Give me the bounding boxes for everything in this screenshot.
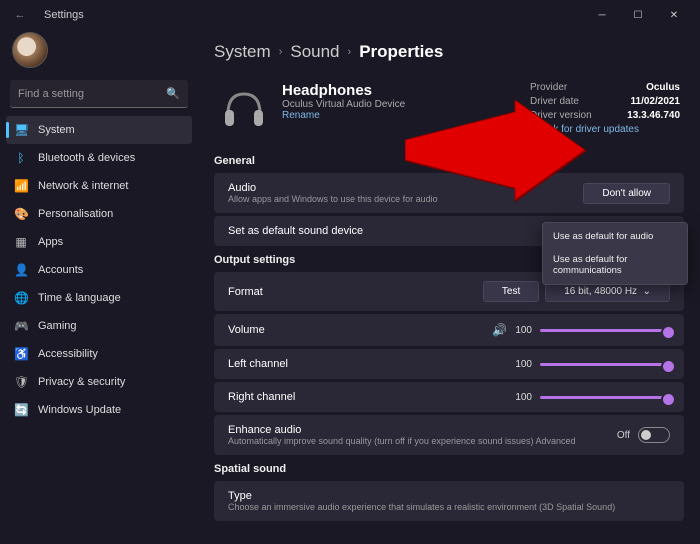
nav-icon: ▦ xyxy=(14,235,28,249)
section-spatial: Spatial sound xyxy=(214,463,684,475)
nav-label: Privacy & security xyxy=(38,376,125,388)
nav-label: Personalisation xyxy=(38,208,113,220)
nav-label: Apps xyxy=(38,236,63,248)
dont-allow-button[interactable]: Don't allow xyxy=(583,183,670,204)
sidebar-item-windows-update[interactable]: 🔄 Windows Update xyxy=(6,396,192,424)
volume-slider[interactable] xyxy=(540,329,670,332)
device-name: Headphones xyxy=(282,82,530,99)
nav-icon: 🔄 xyxy=(14,403,28,417)
sidebar-item-system[interactable]: 🖥 System xyxy=(6,116,192,144)
sidebar-item-apps[interactable]: ▦ Apps xyxy=(6,228,192,256)
back-button[interactable]: ← xyxy=(8,9,32,21)
chevron-right-icon: › xyxy=(348,46,352,58)
close-button[interactable]: ✕ xyxy=(656,0,692,30)
nav-label: Network & internet xyxy=(38,180,128,192)
nav-icon: 📶 xyxy=(14,179,28,193)
nav-icon: 🖥 xyxy=(14,123,28,137)
sidebar: Find a setting 🔍 🖥 System ᛒ Bluetooth & dev… xyxy=(0,30,198,544)
sidebar-item-privacy-security[interactable]: 🛡 Privacy & security xyxy=(6,368,192,396)
nav-icon: 🌐 xyxy=(14,291,28,305)
menu-default-audio[interactable]: Use as default for audio xyxy=(543,225,687,248)
section-general: General xyxy=(214,155,684,167)
avatar[interactable] xyxy=(12,32,48,68)
nav-icon: 🎮 xyxy=(14,319,28,333)
minimize-button[interactable]: ─ xyxy=(584,0,620,30)
nav-label: Windows Update xyxy=(38,404,121,416)
sidebar-item-accessibility[interactable]: ♿ Accessibility xyxy=(6,340,192,368)
right-channel-slider[interactable] xyxy=(540,396,670,399)
breadcrumb: System › Sound › Properties xyxy=(214,30,684,74)
headphones-icon xyxy=(218,82,270,134)
enhance-card: Enhance audio Automatically improve soun… xyxy=(214,415,684,455)
breadcrumb-current: Properties xyxy=(359,42,443,62)
search-input[interactable]: Find a setting 🔍 xyxy=(10,80,188,108)
rename-link[interactable]: Rename xyxy=(282,110,530,121)
type-card[interactable]: Type Choose an immersive audio experienc… xyxy=(214,481,684,521)
driver-update-link[interactable]: Check for driver updates xyxy=(530,124,680,135)
device-sub: Oculus Virtual Audio Device xyxy=(282,99,530,110)
default-dropdown-menu: Use as default for audio Use as default … xyxy=(542,222,688,285)
audio-card: Audio Allow apps and Windows to use this… xyxy=(214,173,684,213)
chevron-right-icon: › xyxy=(279,46,283,58)
search-icon: 🔍 xyxy=(166,87,180,100)
nav-icon: 🎨 xyxy=(14,207,28,221)
volume-card: Volume 🔊 100 xyxy=(214,314,684,346)
nav-icon: ♿ xyxy=(14,347,28,361)
nav-label: Accounts xyxy=(38,264,83,276)
nav-label: Bluetooth & devices xyxy=(38,152,135,164)
sidebar-item-gaming[interactable]: 🎮 Gaming xyxy=(6,312,192,340)
sidebar-item-network-internet[interactable]: 📶 Network & internet xyxy=(6,172,192,200)
sidebar-item-bluetooth-devices[interactable]: ᛒ Bluetooth & devices xyxy=(6,144,192,172)
enhance-toggle[interactable] xyxy=(638,427,670,443)
breadcrumb-system[interactable]: System xyxy=(214,42,271,62)
right-channel-card: Right channel 100 xyxy=(214,382,684,412)
sidebar-item-personalisation[interactable]: 🎨 Personalisation xyxy=(6,200,192,228)
nav-icon: ᛒ xyxy=(14,151,28,165)
maximize-button[interactable]: ☐ xyxy=(620,0,656,30)
menu-default-communications[interactable]: Use as default for communications xyxy=(543,248,687,282)
left-channel-card: Left channel 100 xyxy=(214,349,684,379)
nav-label: Accessibility xyxy=(38,348,98,360)
nav-icon: 🛡 xyxy=(14,375,28,389)
sidebar-item-accounts[interactable]: 👤 Accounts xyxy=(6,256,192,284)
nav-label: Time & language xyxy=(38,292,121,304)
sidebar-item-time-language[interactable]: 🌐 Time & language xyxy=(6,284,192,312)
nav-icon: 👤 xyxy=(14,263,28,277)
main-content: System › Sound › Properties Headphones O… xyxy=(198,30,700,544)
nav-label: Gaming xyxy=(38,320,77,332)
nav-label: System xyxy=(38,124,75,136)
speaker-icon: 🔊 xyxy=(492,323,507,337)
window-title: Settings xyxy=(44,9,84,21)
left-channel-slider[interactable] xyxy=(540,363,670,366)
breadcrumb-sound[interactable]: Sound xyxy=(290,42,339,62)
test-button[interactable]: Test xyxy=(483,281,539,302)
